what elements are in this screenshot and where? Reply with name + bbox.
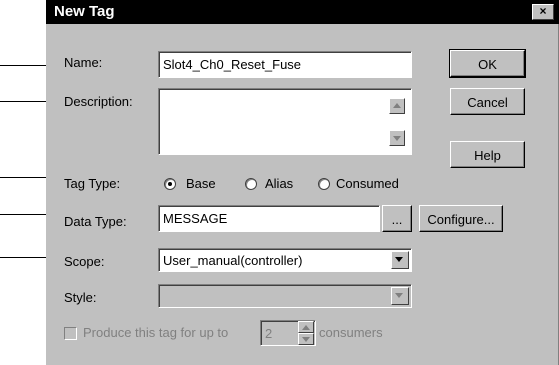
cancel-button-label: Cancel (467, 95, 508, 110)
scroll-down-button[interactable] (389, 130, 405, 146)
consumers-suffix: consumers (319, 325, 383, 340)
consumers-down-button[interactable] (298, 333, 314, 345)
consumers-count-field[interactable]: 2 (260, 320, 316, 346)
scroll-down-icon (393, 136, 401, 141)
ok-button-label: OK (478, 57, 497, 72)
produce-label: Produce this tag for up to (83, 325, 229, 340)
dialog-title: New Tag (54, 3, 115, 20)
spin-down-icon (302, 337, 310, 342)
browse-data-type-button[interactable]: ... (382, 205, 412, 232)
tag-type-label: Tag Type: (64, 176, 121, 191)
scope-label: Scope: (64, 254, 105, 269)
style-dropdown-button[interactable] (391, 287, 409, 305)
cancel-button[interactable]: Cancel (450, 88, 525, 115)
style-label: Style: (64, 290, 97, 305)
help-button[interactable]: Help (450, 141, 525, 168)
radio-alias-label[interactable]: Alias (265, 176, 293, 191)
scroll-up-icon (393, 103, 401, 108)
consumers-up-button[interactable] (298, 321, 314, 333)
description-label: Description: (64, 94, 133, 109)
radio-base[interactable] (164, 178, 176, 190)
browse-button-label: ... (391, 212, 403, 227)
spin-up-icon (302, 325, 310, 330)
name-field[interactable]: Slot4_Ch0_Reset_Fuse (158, 51, 412, 78)
data-type-label: Data Type: (64, 214, 127, 229)
close-button[interactable]: × (532, 4, 554, 20)
close-icon: × (539, 4, 547, 18)
description-field[interactable] (158, 88, 412, 155)
title-bar: New Tag × (46, 0, 559, 24)
radio-consumed[interactable] (318, 178, 330, 190)
radio-base-label[interactable]: Base (186, 176, 216, 191)
style-dropdown[interactable] (158, 284, 412, 308)
configure-button-label: Configure... (427, 212, 495, 227)
scroll-up-button[interactable] (389, 98, 405, 114)
scope-dropdown[interactable]: User_manual(controller) (158, 248, 412, 272)
new-tag-dialog: New Tag × Name: Slot4_Ch0_Reset_Fuse Des… (46, 0, 559, 365)
name-value: Slot4_Ch0_Reset_Fuse (163, 57, 302, 72)
data-type-field[interactable]: MESSAGE (158, 205, 380, 232)
chevron-down-icon (395, 257, 403, 262)
scope-value: User_manual(controller) (163, 253, 303, 268)
consumers-count-value: 2 (265, 326, 273, 341)
radio-consumed-label[interactable]: Consumed (336, 176, 399, 191)
chevron-down-icon (395, 293, 403, 298)
radio-alias[interactable] (245, 178, 257, 190)
data-type-value: MESSAGE (163, 211, 228, 226)
name-label: Name: (64, 55, 103, 70)
scope-dropdown-button[interactable] (391, 251, 409, 269)
configure-button[interactable]: Configure... (419, 205, 503, 232)
help-button-label: Help (474, 148, 501, 163)
ok-button[interactable]: OK (449, 49, 526, 78)
produce-checkbox[interactable] (64, 327, 77, 340)
